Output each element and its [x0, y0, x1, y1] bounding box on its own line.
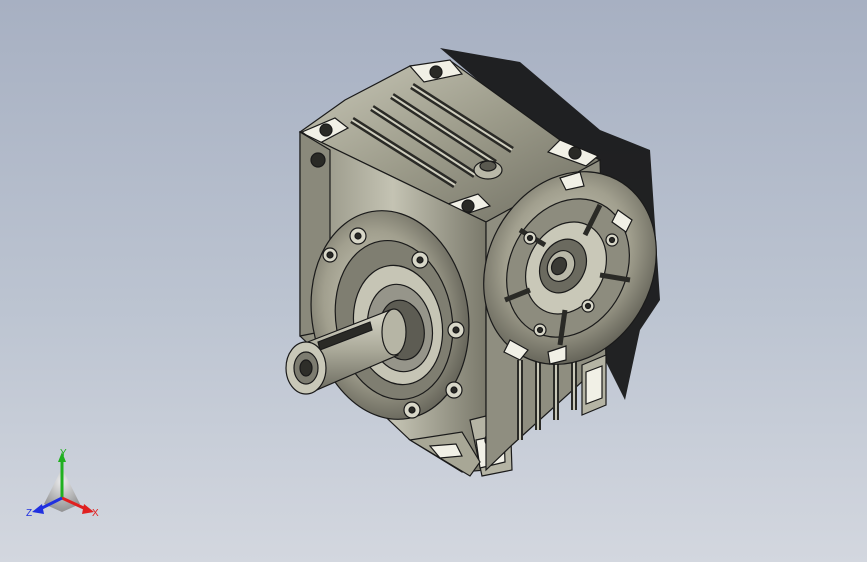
y-axis-label: Y [60, 448, 67, 459]
z-axis-arrow-icon [32, 504, 44, 514]
x-axis-label: X [92, 508, 99, 519]
gearbox-model[interactable] [0, 0, 867, 562]
graphics-viewport[interactable]: Y X Z [0, 0, 867, 562]
z-axis-label: Z [26, 508, 32, 519]
orientation-triad: Y X Z [26, 448, 99, 519]
